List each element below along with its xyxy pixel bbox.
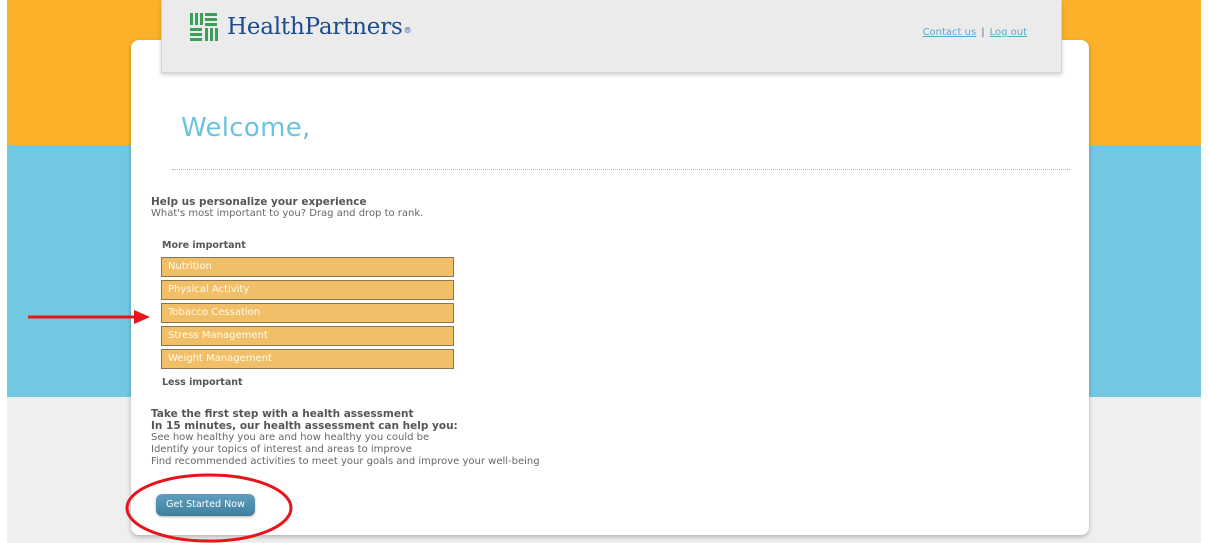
contact-us-link[interactable]: Contact us [923,27,977,38]
assessment-subtitle: In 15 minutes, our health assessment can… [151,420,458,432]
get-started-button[interactable]: Get Started Now [156,494,255,516]
assessment-benefit: See how healthy you are and how healthy … [151,432,430,443]
rank-item-physical-activity[interactable]: Physical Activity [161,280,454,300]
assessment-benefit: Find recommended activities to meet your… [151,456,540,467]
assessment-section: Take the first step with a health assess… [151,408,540,468]
brand-name: HealthPartners® [227,14,412,40]
site-header: HealthPartners® Contact us | Log out [161,0,1062,73]
healthpartners-logo[interactable]: HealthPartners® [189,12,412,42]
log-out-link[interactable]: Log out [990,27,1027,38]
rank-item-weight-management[interactable]: Weight Management [161,349,454,369]
welcome-heading: Welcome, [181,113,311,143]
rank-item-nutrition[interactable]: Nutrition [161,257,454,277]
assessment-title: Take the first step with a health assess… [151,408,414,420]
link-separator: | [981,27,985,38]
personalize-title: Help us personalize your experience [151,196,367,208]
header-links: Contact us | Log out [923,27,1027,38]
assessment-benefit: Identify your topics of interest and are… [151,444,412,455]
more-important-label: More important [162,240,246,251]
personalize-section: Help us personalize your experience What… [151,196,423,220]
registered-mark: ® [403,26,412,35]
rank-item-tobacco-cessation[interactable]: Tobacco Cessation [161,303,454,323]
rank-item-stress-management[interactable]: Stress Management [161,326,454,346]
personalize-subtitle: What's most important to you? Drag and d… [151,208,424,219]
logo-mark-icon [190,13,218,41]
less-important-label: Less important [162,377,243,388]
dotted-divider [172,169,1070,170]
